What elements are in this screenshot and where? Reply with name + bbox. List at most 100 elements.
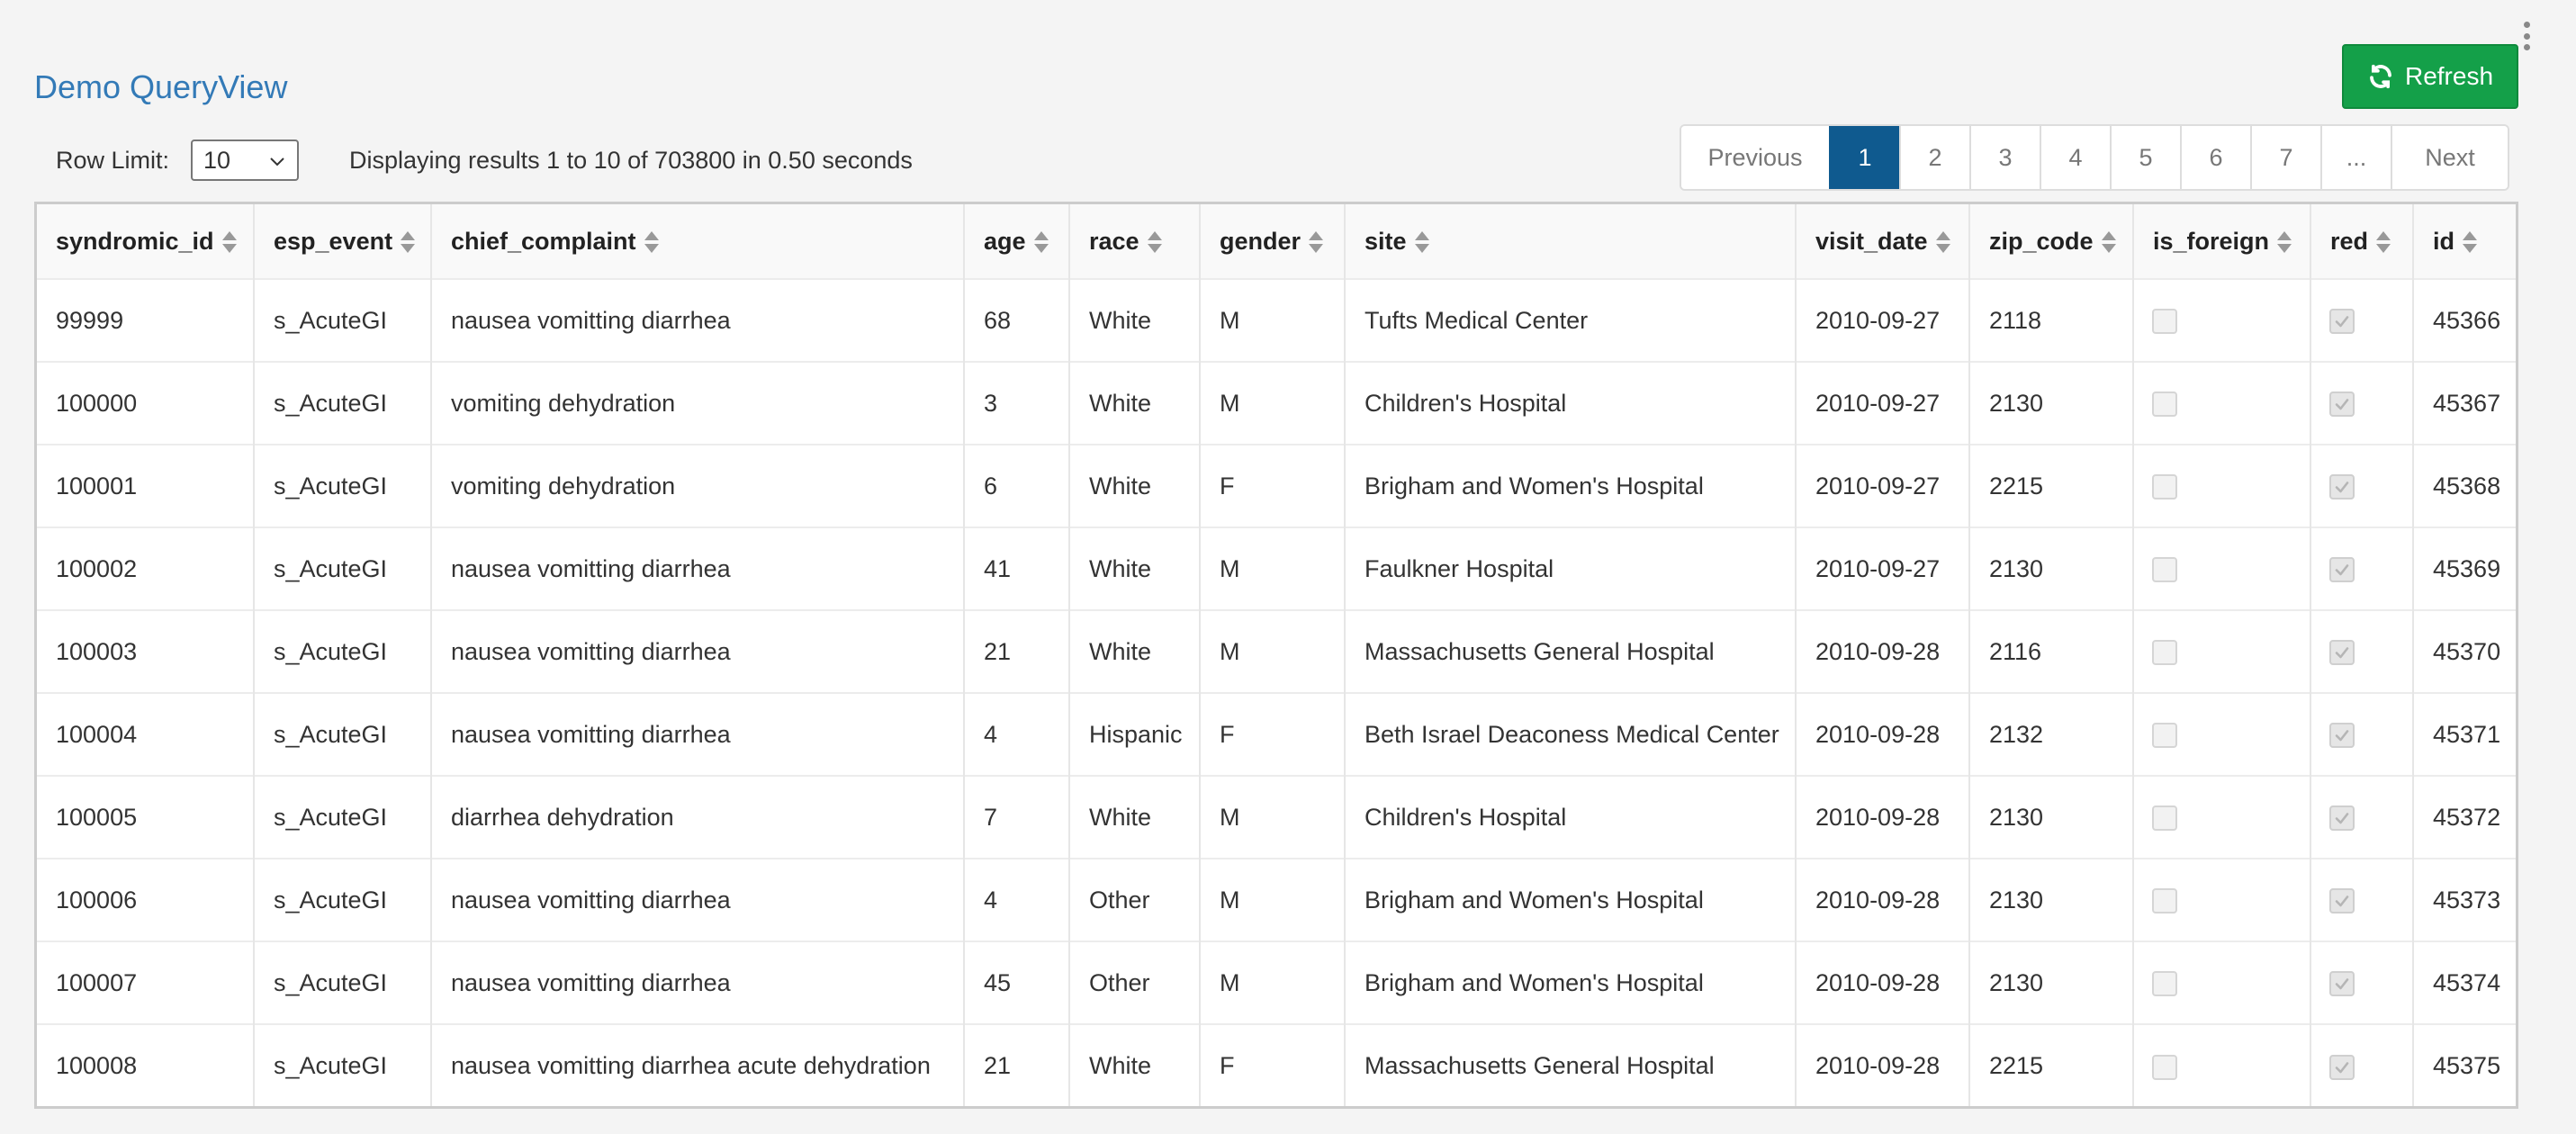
- column-header-visit-date[interactable]: visit_date: [1796, 204, 1970, 279]
- cell-red: [2310, 361, 2414, 445]
- cell-id: 45371: [2413, 692, 2516, 776]
- cell-age: 21: [964, 609, 1070, 693]
- page-button-4[interactable]: 4: [2040, 126, 2110, 189]
- sort-icon[interactable]: [2462, 230, 2478, 255]
- page-button-6[interactable]: 6: [2180, 126, 2250, 189]
- page-button-2[interactable]: 2: [1899, 126, 1969, 189]
- cell-zip-code: 2132: [1969, 692, 2134, 776]
- is-foreign-checkbox[interactable]: [2152, 392, 2177, 418]
- sort-icon[interactable]: [1308, 230, 1324, 255]
- cell-syndromic-id: 100004: [37, 692, 255, 776]
- cell-chief-complaint: nausea vomitting diarrhea: [431, 692, 965, 776]
- page-title: Demo QueryView: [34, 68, 288, 105]
- cell-is-foreign: [2133, 1023, 2311, 1106]
- cell-gender: M: [1200, 940, 1346, 1024]
- refresh-button[interactable]: Refresh: [2342, 44, 2518, 109]
- page-button-1[interactable]: 1: [1829, 126, 1899, 189]
- cell-site: Brigham and Women's Hospital: [1345, 940, 1797, 1024]
- cell-syndromic-id: 100003: [37, 609, 255, 693]
- red-checkbox[interactable]: [2329, 392, 2355, 418]
- sort-icon[interactable]: [1935, 230, 1951, 255]
- column-header-label: red: [2330, 227, 2369, 255]
- is-foreign-checkbox[interactable]: [2152, 806, 2177, 832]
- sort-icon[interactable]: [1033, 230, 1049, 255]
- sort-icon[interactable]: [221, 230, 238, 255]
- cell-zip-code: 2130: [1969, 775, 2134, 859]
- red-checkbox[interactable]: [2329, 723, 2355, 749]
- cell-chief-complaint: nausea vomitting diarrhea: [431, 940, 965, 1024]
- sort-icon[interactable]: [1147, 230, 1163, 255]
- column-header-label: gender: [1220, 227, 1302, 255]
- cell-zip-code: 2130: [1969, 858, 2134, 941]
- red-checkbox[interactable]: [2329, 1054, 2355, 1080]
- cell-esp-event: s_AcuteGI: [254, 609, 432, 693]
- is-foreign-checkbox[interactable]: [2152, 888, 2177, 914]
- cell-gender: M: [1200, 609, 1346, 693]
- column-header-gender[interactable]: gender: [1200, 204, 1346, 279]
- is-foreign-checkbox[interactable]: [2152, 723, 2177, 749]
- red-checkbox[interactable]: [2329, 474, 2355, 500]
- column-header-chief-complaint[interactable]: chief_complaint: [431, 204, 965, 279]
- cell-is-foreign: [2133, 444, 2311, 527]
- cell-red: [2310, 526, 2414, 610]
- column-header-race[interactable]: race: [1069, 204, 1201, 279]
- red-checkbox[interactable]: [2329, 309, 2355, 335]
- cell-esp-event: s_AcuteGI: [254, 444, 432, 527]
- column-header-label: esp_event: [274, 227, 393, 255]
- cell-race: White: [1069, 526, 1201, 610]
- row-limit-select[interactable]: 10: [191, 140, 299, 181]
- column-header-is-foreign[interactable]: is_foreign: [2133, 204, 2311, 279]
- cell-chief-complaint: nausea vomitting diarrhea: [431, 278, 965, 362]
- next-page-button[interactable]: Next: [2391, 126, 2508, 189]
- column-header-red[interactable]: red: [2310, 204, 2414, 279]
- is-foreign-checkbox[interactable]: [2152, 640, 2177, 666]
- sort-icon[interactable]: [644, 230, 660, 255]
- cell-id: 45368: [2413, 444, 2516, 527]
- column-header-age[interactable]: age: [964, 204, 1070, 279]
- red-checkbox[interactable]: [2329, 888, 2355, 914]
- cell-gender: F: [1200, 444, 1346, 527]
- cell-esp-event: s_AcuteGI: [254, 775, 432, 859]
- sort-icon[interactable]: [1414, 230, 1430, 255]
- page-button-5[interactable]: 5: [2110, 126, 2180, 189]
- sort-icon[interactable]: [2375, 230, 2391, 255]
- cell-id: 45374: [2413, 940, 2516, 1024]
- cell-site: Tufts Medical Center: [1345, 278, 1797, 362]
- previous-page-button[interactable]: Previous: [1681, 126, 1829, 189]
- red-checkbox[interactable]: [2329, 557, 2355, 583]
- cell-age: 4: [964, 858, 1070, 941]
- more-options-icon[interactable]: [2522, 22, 2531, 50]
- cell-zip-code: 2215: [1969, 444, 2134, 527]
- cell-zip-code: 2215: [1969, 1023, 2134, 1106]
- cell-age: 41: [964, 526, 1070, 610]
- cell-race: White: [1069, 444, 1201, 527]
- cell-esp-event: s_AcuteGI: [254, 361, 432, 445]
- column-header-id[interactable]: id: [2413, 204, 2516, 279]
- page-button-3[interactable]: 3: [1969, 126, 2040, 189]
- column-header-esp-event[interactable]: esp_event: [254, 204, 432, 279]
- is-foreign-checkbox[interactable]: [2152, 557, 2177, 583]
- red-checkbox[interactable]: [2329, 640, 2355, 666]
- cell-id: 45370: [2413, 609, 2516, 693]
- is-foreign-checkbox[interactable]: [2152, 309, 2177, 335]
- page-ellipsis[interactable]: ...: [2320, 126, 2391, 189]
- is-foreign-checkbox[interactable]: [2152, 1054, 2177, 1080]
- sort-icon[interactable]: [2276, 230, 2292, 255]
- cell-visit-date: 2010-09-27: [1796, 278, 1970, 362]
- cell-is-foreign: [2133, 278, 2311, 362]
- red-checkbox[interactable]: [2329, 971, 2355, 997]
- refresh-label: Refresh: [2404, 62, 2494, 90]
- red-checkbox[interactable]: [2329, 806, 2355, 832]
- is-foreign-checkbox[interactable]: [2152, 971, 2177, 997]
- chevron-down-icon: [270, 158, 284, 166]
- column-header-syndromic-id[interactable]: syndromic_id: [37, 204, 255, 279]
- cell-is-foreign: [2133, 858, 2311, 941]
- column-header-zip-code[interactable]: zip_code: [1969, 204, 2134, 279]
- column-header-site[interactable]: site: [1345, 204, 1797, 279]
- sort-icon[interactable]: [400, 230, 416, 255]
- is-foreign-checkbox[interactable]: [2152, 474, 2177, 500]
- page-button-7[interactable]: 7: [2250, 126, 2320, 189]
- cell-site: Massachusetts General Hospital: [1345, 609, 1797, 693]
- cell-age: 3: [964, 361, 1070, 445]
- sort-icon[interactable]: [2101, 230, 2117, 255]
